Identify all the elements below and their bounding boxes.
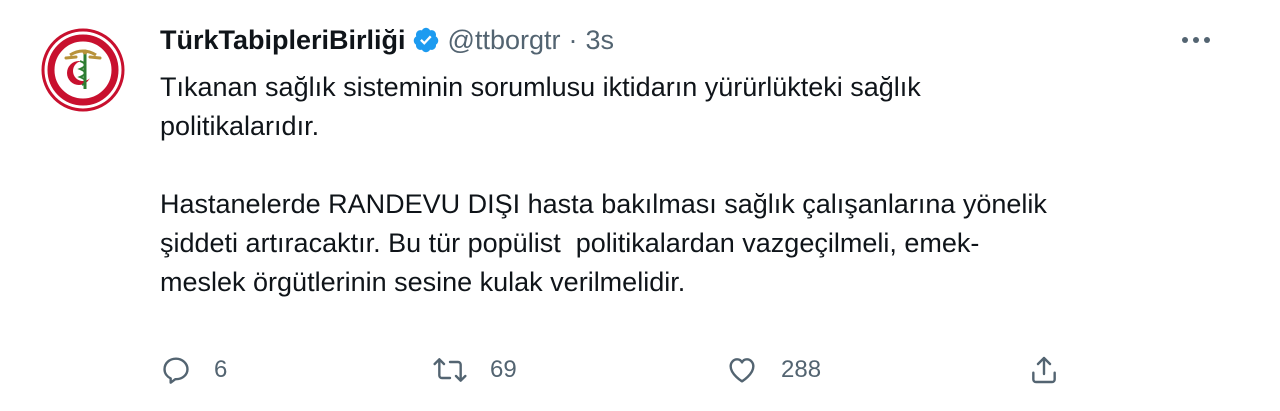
share-button[interactable] bbox=[1028, 348, 1060, 392]
reply-count: 6 bbox=[214, 356, 228, 383]
text-line: Tıkanan sağlık sisteminin sorumlusu ikti… bbox=[160, 72, 921, 102]
text-line: meslek örgütlerinin sesine kulak verilme… bbox=[160, 267, 686, 297]
tweet[interactable]: TürkTabipleriBirliği @ttborgtr · 3s Tıka… bbox=[0, 0, 1280, 411]
tweet-header: TürkTabipleriBirliği @ttborgtr · 3s bbox=[160, 18, 1220, 62]
like-button[interactable]: 288 bbox=[725, 348, 821, 392]
ttb-logo-icon bbox=[40, 27, 126, 113]
like-count: 288 bbox=[781, 356, 822, 383]
verified-badge-icon bbox=[412, 26, 440, 54]
share-icon bbox=[1032, 356, 1056, 384]
tweet-paragraph: Tıkanan sağlık sisteminin sorumlusu ikti… bbox=[160, 68, 1220, 146]
reply-button[interactable]: 6 bbox=[160, 348, 227, 392]
tweet-timestamp[interactable]: 3s bbox=[585, 25, 614, 56]
author-handle[interactable]: @ttborgtr bbox=[448, 25, 561, 56]
text-line: politikalarıdır. bbox=[160, 111, 320, 141]
author-display-name[interactable]: TürkTabipleriBirliği bbox=[160, 25, 406, 56]
more-options-icon[interactable] bbox=[1176, 22, 1216, 58]
tweet-paragraph: Hastanelerde RANDEVU DIŞI hasta bakılmas… bbox=[160, 185, 1220, 302]
reply-icon bbox=[163, 357, 189, 384]
text-line: şiddeti artıracaktır. Bu tür popülist po… bbox=[160, 228, 980, 258]
heart-icon bbox=[729, 358, 755, 383]
text-line: Hastanelerde RANDEVU DIŞI hasta bakılmas… bbox=[160, 189, 1047, 219]
tweet-actions: 6 69 288 bbox=[160, 348, 1080, 392]
retweet-icon bbox=[433, 358, 467, 382]
separator-dot: · bbox=[568, 24, 578, 55]
avatar[interactable] bbox=[40, 27, 126, 113]
tweet-text: Tıkanan sağlık sisteminin sorumlusu ikti… bbox=[160, 68, 1220, 302]
tweet-content: TürkTabipleriBirliği @ttborgtr · 3s Tıka… bbox=[160, 18, 1220, 302]
retweet-count: 69 bbox=[490, 356, 517, 383]
retweet-button[interactable]: 69 bbox=[432, 348, 517, 392]
